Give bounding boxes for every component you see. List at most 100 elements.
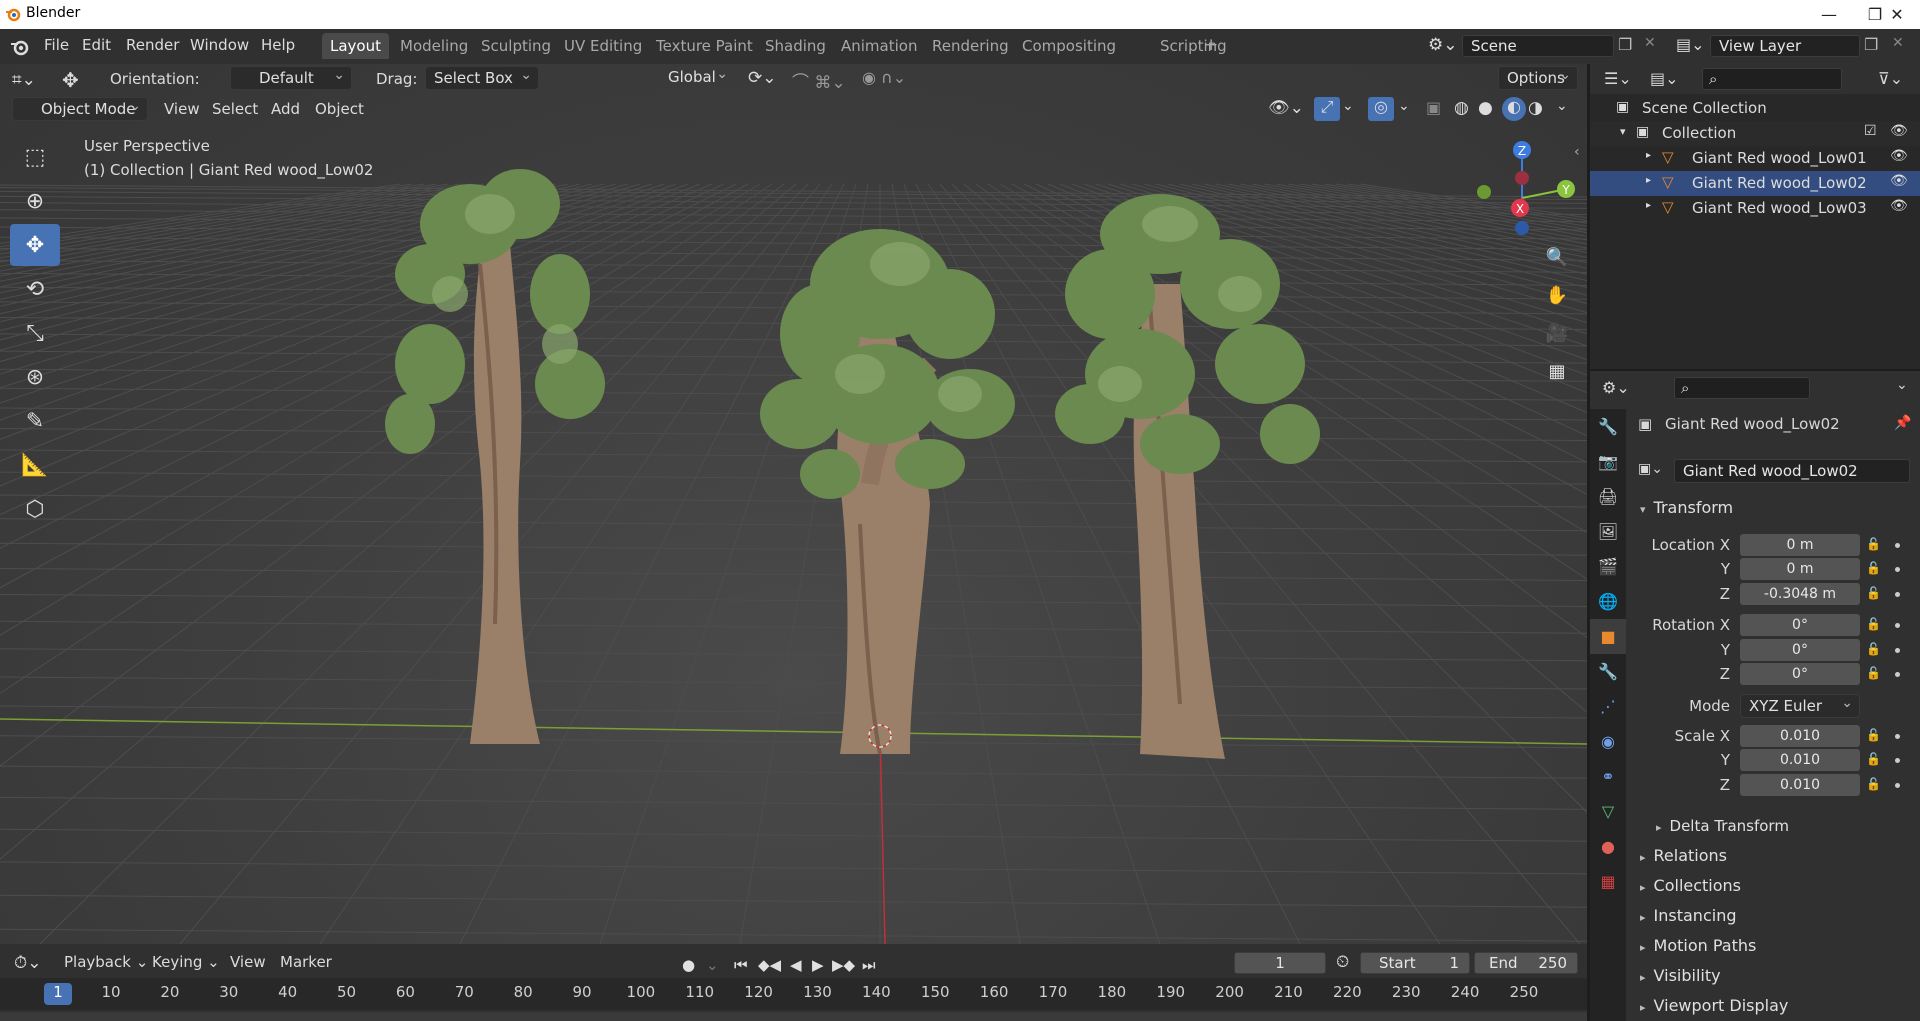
timeline-menu-keying[interactable]: Keying ⌄ bbox=[152, 953, 220, 971]
location-x-field[interactable]: 0 m bbox=[1740, 534, 1860, 556]
play-reverse-icon[interactable]: ◀ bbox=[790, 956, 802, 974]
move-tool-button-icon[interactable]: ✥ bbox=[10, 224, 60, 266]
menu-help[interactable]: Help bbox=[261, 36, 295, 54]
drag-dropdown[interactable]: Select Box bbox=[425, 64, 539, 90]
viewport-menu-object[interactable]: Object bbox=[315, 100, 364, 118]
move-tool-icon[interactable]: ✥ bbox=[62, 68, 79, 92]
keyframe-dot[interactable] bbox=[1895, 543, 1900, 548]
tool-tab-icon[interactable]: 🔧 bbox=[1590, 409, 1626, 444]
pivot-point-icon[interactable]: ⟳⌄ bbox=[748, 68, 777, 88]
current-frame-field[interactable]: 1 bbox=[1234, 952, 1326, 974]
gizmo-toggle-icon[interactable]: ⤢ bbox=[1314, 97, 1340, 121]
scene-selector-icon[interactable]: ⚙⌄ bbox=[1428, 35, 1457, 55]
transform-panel-header[interactable]: Transform bbox=[1626, 493, 1920, 523]
timeline-ruler[interactable]: 1 10 20 30 40 50 60 70 80 90 100 110 120 130 140 150 160… bbox=[0, 978, 1587, 1010]
material-shading-icon[interactable]: ◐ bbox=[1502, 97, 1526, 121]
motion-paths-panel-header[interactable]: Motion Paths bbox=[1626, 931, 1920, 961]
rotate-tool-icon[interactable]: ⟲ bbox=[10, 268, 60, 310]
object-visibility-icon[interactable]: 👁 bbox=[1890, 173, 1908, 189]
solid-shading-icon[interactable]: ● bbox=[1478, 98, 1493, 118]
timeline-scrollbar[interactable] bbox=[0, 1012, 1587, 1021]
properties-search-input[interactable]: ⌕ bbox=[1674, 377, 1810, 399]
shading-dropdown-icon[interactable]: ⌄ bbox=[1556, 98, 1568, 114]
keyframe-dot[interactable] bbox=[1895, 734, 1900, 739]
delta-transform-panel-header[interactable]: Delta Transform bbox=[1626, 811, 1920, 841]
keyframe-dot[interactable] bbox=[1895, 672, 1900, 677]
tree-low03[interactable] bbox=[1055, 194, 1320, 759]
tab-texture-paint[interactable]: Texture Paint bbox=[648, 33, 761, 59]
keyframe-dot[interactable] bbox=[1895, 783, 1900, 788]
keying-options-icon[interactable]: ⌄ bbox=[706, 956, 719, 974]
collection-exclude-checkbox[interactable]: ☑ bbox=[1864, 123, 1877, 139]
collections-panel-header[interactable]: Collections bbox=[1626, 871, 1920, 901]
lock-icon[interactable]: 🔓 bbox=[1866, 666, 1881, 680]
tab-uv-editing[interactable]: UV Editing bbox=[556, 33, 650, 59]
new-view-layer-icon[interactable]: ❐ bbox=[1864, 35, 1878, 54]
pin-icon[interactable]: 📌 bbox=[1894, 415, 1911, 431]
view-layer-icon[interactable]: ▤⌄ bbox=[1676, 35, 1705, 54]
timeline-editor-type-icon[interactable]: ⏱⌄ bbox=[14, 953, 42, 973]
menu-edit[interactable]: Edit bbox=[82, 36, 111, 54]
gizmo-dropdown-icon[interactable]: ⌄ bbox=[1342, 98, 1354, 114]
view-layer-field[interactable]: View Layer bbox=[1710, 35, 1860, 57]
delete-view-layer-icon[interactable]: ✕ bbox=[1892, 35, 1904, 51]
outliner-search-input[interactable]: ⌕ bbox=[1702, 68, 1842, 90]
tab-shading[interactable]: Shading bbox=[757, 33, 834, 59]
select-box-tool-icon[interactable]: ⬚ bbox=[10, 136, 60, 178]
tab-modeling[interactable]: Modeling bbox=[392, 33, 476, 59]
overlays-dropdown-icon[interactable]: ⌄ bbox=[1398, 98, 1410, 114]
jump-prev-keyframe-icon[interactable]: ◆◀ bbox=[758, 956, 781, 974]
scale-y-field[interactable]: 0.010 bbox=[1740, 749, 1860, 771]
viewport-menu-view[interactable]: View bbox=[164, 100, 200, 118]
scale-tool-icon[interactable]: ⤡ bbox=[10, 312, 60, 354]
object-visibility-icon[interactable]: 👁 bbox=[1890, 198, 1908, 214]
navigation-gizmo[interactable]: Z Y X bbox=[1470, 136, 1580, 246]
new-scene-icon[interactable]: ❐ bbox=[1618, 35, 1632, 54]
filter-icon[interactable]: ⊽⌄ bbox=[1878, 69, 1903, 88]
outliner-object-low02[interactable]: ▸ ▽ Giant Red wood_Low02 👁 bbox=[1590, 171, 1920, 196]
visibility-panel-header[interactable]: Visibility bbox=[1626, 961, 1920, 991]
jump-end-icon[interactable]: ⏭ bbox=[862, 956, 876, 974]
start-frame-field[interactable]: Start 1 bbox=[1360, 952, 1470, 974]
output-tab-icon[interactable]: 🖨 bbox=[1590, 479, 1626, 514]
location-z-field[interactable]: -0.3048 m bbox=[1740, 583, 1860, 605]
menu-render[interactable]: Render bbox=[126, 36, 179, 54]
wireframe-shading-icon[interactable]: ◍ bbox=[1454, 98, 1469, 118]
keyframe-dot[interactable] bbox=[1895, 592, 1900, 597]
blender-menu-icon[interactable] bbox=[10, 37, 30, 57]
render-tab-icon[interactable]: 📷 bbox=[1590, 444, 1626, 479]
menu-file[interactable]: File bbox=[44, 36, 69, 54]
tab-sculpting[interactable]: Sculpting bbox=[473, 33, 559, 59]
delete-scene-icon[interactable]: ✕ bbox=[1644, 35, 1656, 51]
outliner-object-low01[interactable]: ▸ ▽ Giant Red wood_Low01 👁 bbox=[1590, 146, 1920, 171]
object-name-field[interactable]: Giant Red wood_Low02 bbox=[1674, 459, 1910, 483]
scale-z-field[interactable]: 0.010 bbox=[1740, 774, 1860, 796]
lock-icon[interactable]: 🔓 bbox=[1866, 617, 1881, 631]
viewport-menu-select[interactable]: Select bbox=[212, 100, 258, 118]
camera-view-icon[interactable]: 🎥 bbox=[1540, 316, 1574, 350]
keyframe-dot[interactable] bbox=[1895, 648, 1900, 653]
tab-rendering[interactable]: Rendering bbox=[924, 33, 1017, 59]
object-type-icon[interactable]: ▣⌄ bbox=[1638, 461, 1663, 477]
tab-compositing[interactable]: Compositing bbox=[1014, 33, 1124, 59]
location-y-field[interactable]: 0 m bbox=[1740, 558, 1860, 580]
tree-low02[interactable] bbox=[760, 229, 1015, 755]
tab-layout[interactable]: Layout bbox=[322, 33, 389, 59]
cursor-tool-icon[interactable]: ⊕ bbox=[10, 180, 60, 222]
proportional-editing-icon[interactable]: ◉ ∩⌄ bbox=[862, 68, 906, 87]
measure-tool-icon[interactable]: 📐 bbox=[10, 444, 60, 486]
lock-icon[interactable]: 🔓 bbox=[1866, 586, 1881, 600]
texture-tab-icon[interactable]: ▦ bbox=[1590, 864, 1626, 899]
lock-icon[interactable]: 🔓 bbox=[1866, 728, 1881, 742]
rotation-mode-dropdown[interactable]: XYZ Euler bbox=[1740, 692, 1860, 718]
instancing-panel-header[interactable]: Instancing bbox=[1626, 901, 1920, 931]
timeline-menu-marker[interactable]: Marker bbox=[280, 953, 332, 971]
visibility-icon[interactable]: 👁⌄ bbox=[1268, 98, 1304, 118]
3d-viewport[interactable]: ⌗⌄ ✥ Orientation: Default Drag: Select B… bbox=[0, 64, 1587, 944]
orthographic-toggle-icon[interactable]: ▦ bbox=[1540, 354, 1574, 388]
close-icon[interactable]: ✕ bbox=[1874, 0, 1920, 29]
scene-name-field[interactable]: Scene bbox=[1462, 35, 1614, 57]
transform-orientation-dropdown[interactable]: Global bbox=[640, 64, 734, 90]
sidebar-toggle-icon[interactable]: ‹ bbox=[1574, 144, 1580, 160]
material-tab-icon[interactable]: ● bbox=[1590, 829, 1626, 864]
